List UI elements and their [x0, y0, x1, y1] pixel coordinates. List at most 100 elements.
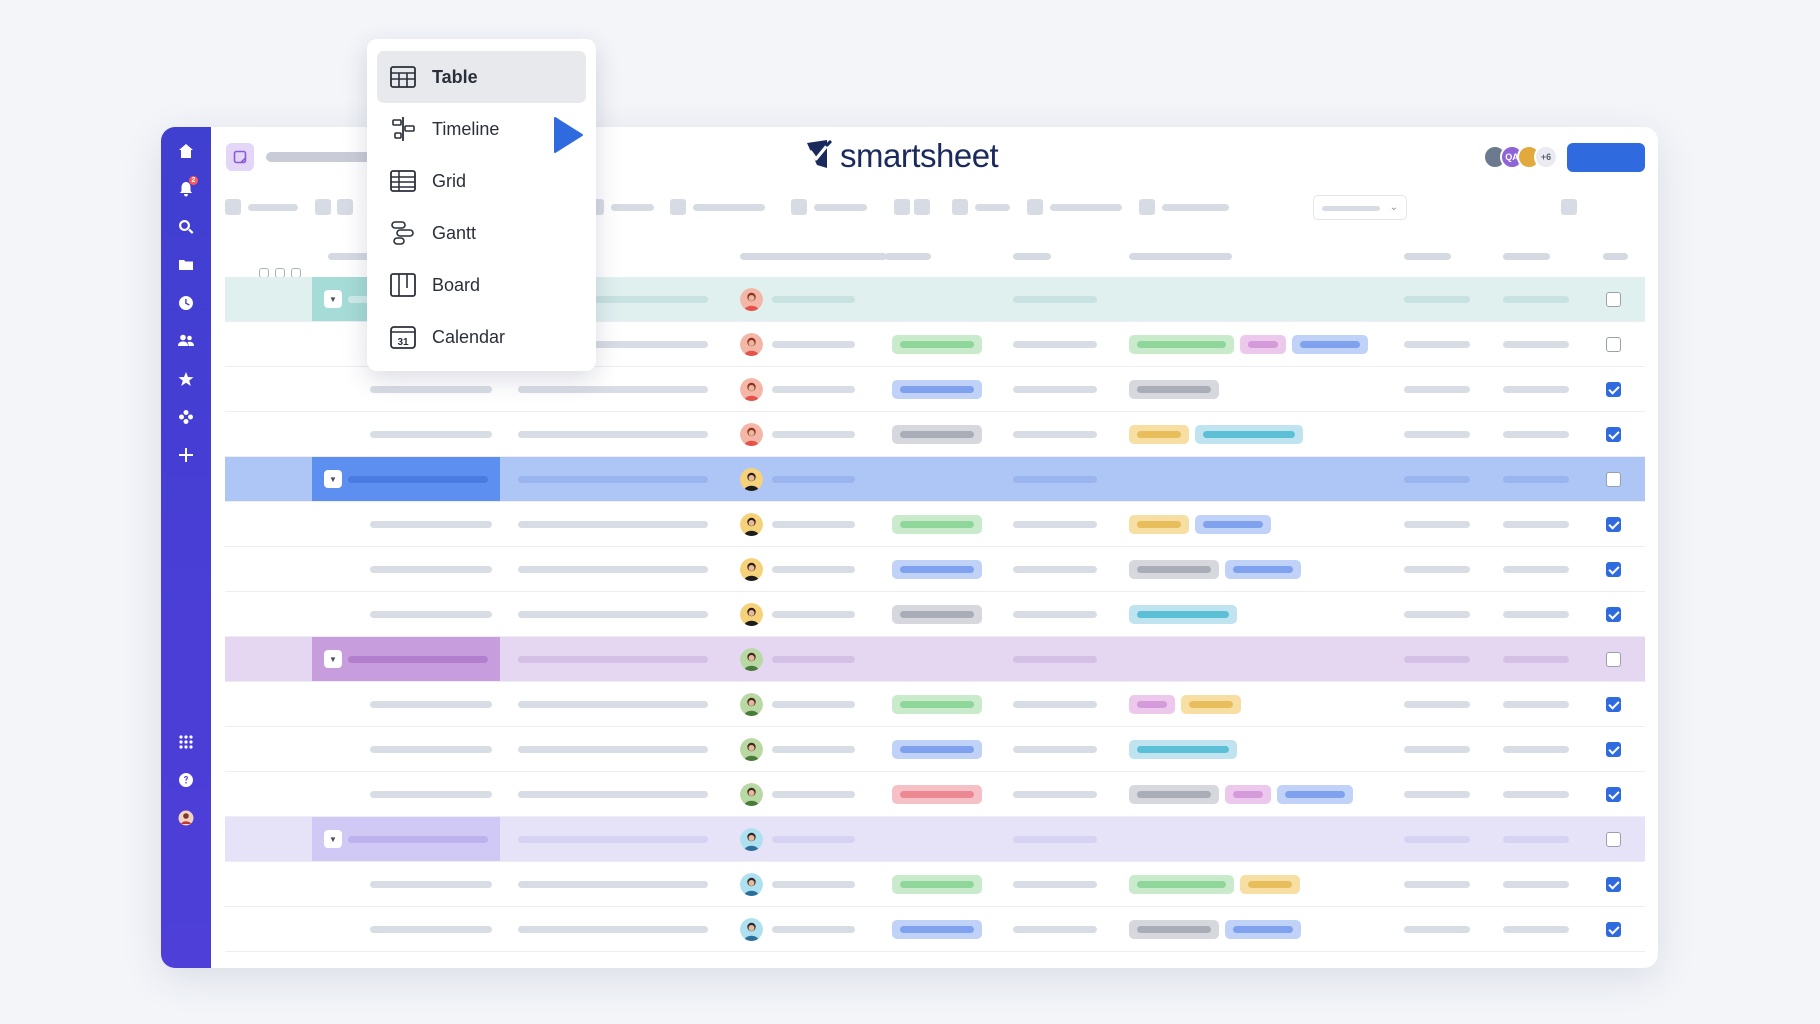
cell-placeholder[interactable] — [1013, 566, 1097, 573]
cell-placeholder[interactable] — [518, 521, 708, 528]
toolbar-button[interactable] — [914, 199, 930, 215]
cell-placeholder[interactable] — [772, 611, 855, 618]
row-checkbox[interactable] — [1606, 877, 1621, 892]
cell-placeholder[interactable] — [1013, 926, 1097, 933]
home-icon[interactable] — [176, 141, 196, 161]
cell-placeholder[interactable] — [1503, 926, 1569, 933]
tag-pill[interactable] — [1129, 740, 1237, 759]
status-pill[interactable] — [892, 785, 982, 804]
assignee-avatar[interactable] — [740, 513, 763, 536]
cell-placeholder[interactable] — [1013, 746, 1097, 753]
cell-placeholder[interactable] — [1013, 836, 1097, 843]
search-icon[interactable] — [176, 217, 196, 237]
assignee-avatar[interactable] — [740, 648, 763, 671]
table-row[interactable] — [225, 727, 1645, 772]
tag-pill[interactable] — [1129, 920, 1219, 939]
toolbar-button[interactable] — [952, 199, 968, 215]
cell-placeholder[interactable] — [1013, 431, 1097, 438]
tag-pill[interactable] — [1195, 425, 1303, 444]
toolbar-button[interactable] — [1561, 199, 1577, 215]
tag-pill[interactable] — [1129, 560, 1219, 579]
status-pill[interactable] — [892, 560, 982, 579]
table-row[interactable] — [225, 772, 1645, 817]
cell-placeholder[interactable] — [518, 431, 708, 438]
cell-placeholder[interactable] — [518, 836, 708, 843]
cell-placeholder[interactable] — [370, 386, 492, 393]
cell-placeholder[interactable] — [1404, 566, 1470, 573]
group-row[interactable]: ▼ — [225, 817, 1645, 862]
cell-placeholder[interactable] — [1503, 791, 1569, 798]
assignee-avatar[interactable] — [740, 603, 763, 626]
collapse-toggle-icon[interactable]: ▼ — [324, 470, 342, 488]
cell-placeholder[interactable] — [1503, 341, 1569, 348]
cell-placeholder[interactable] — [772, 926, 855, 933]
view-option-calendar[interactable]: 31 Calendar — [377, 311, 586, 363]
cell-placeholder[interactable] — [1503, 656, 1569, 663]
status-pill[interactable] — [892, 515, 982, 534]
collapse-toggle-icon[interactable]: ▼ — [324, 650, 342, 668]
cell-placeholder[interactable] — [1013, 656, 1097, 663]
tag-pill[interactable] — [1129, 335, 1234, 354]
tag-pill[interactable] — [1129, 425, 1189, 444]
row-checkbox[interactable] — [1606, 607, 1621, 622]
cell-placeholder[interactable] — [772, 296, 855, 303]
more-collaborators-badge[interactable]: +6 — [1534, 145, 1558, 169]
star-icon[interactable] — [176, 369, 196, 389]
cell-placeholder[interactable] — [1404, 926, 1470, 933]
row-checkbox[interactable] — [1606, 517, 1621, 532]
column-header[interactable] — [1603, 253, 1628, 260]
table-row[interactable] — [225, 592, 1645, 637]
toolbar-button[interactable] — [670, 199, 686, 215]
tag-pill[interactable] — [1240, 335, 1286, 354]
column-header[interactable] — [1129, 253, 1232, 260]
assignee-avatar[interactable] — [740, 918, 763, 941]
cell-placeholder[interactable] — [370, 431, 492, 438]
assignee-avatar[interactable] — [740, 288, 763, 311]
assignee-avatar[interactable] — [740, 693, 763, 716]
table-row[interactable] — [225, 862, 1645, 907]
table-row[interactable] — [225, 502, 1645, 547]
assignee-avatar[interactable] — [740, 378, 763, 401]
share-button[interactable] — [1567, 143, 1645, 172]
table-row[interactable] — [225, 547, 1645, 592]
table-row[interactable] — [225, 367, 1645, 412]
status-pill[interactable] — [892, 425, 982, 444]
cell-placeholder[interactable] — [1404, 476, 1470, 483]
cell-placeholder[interactable] — [518, 611, 708, 618]
cell-placeholder[interactable] — [1013, 611, 1097, 618]
cell-placeholder[interactable] — [772, 386, 855, 393]
solutions-icon[interactable] — [176, 407, 196, 427]
cell-placeholder[interactable] — [518, 566, 708, 573]
tag-pill[interactable] — [1129, 515, 1189, 534]
cell-placeholder[interactable] — [370, 746, 492, 753]
cell-placeholder[interactable] — [1503, 611, 1569, 618]
cell-placeholder[interactable] — [772, 746, 855, 753]
tag-pill[interactable] — [1129, 785, 1219, 804]
assignee-avatar[interactable] — [740, 873, 763, 896]
row-checkbox[interactable] — [1606, 337, 1621, 352]
cell-placeholder[interactable] — [370, 881, 492, 888]
assignee-avatar[interactable] — [740, 558, 763, 581]
cell-placeholder[interactable] — [1404, 341, 1470, 348]
tag-pill[interactable] — [1225, 920, 1301, 939]
assignee-avatar[interactable] — [740, 468, 763, 491]
status-pill[interactable] — [892, 605, 982, 624]
cell-placeholder[interactable] — [370, 701, 492, 708]
status-pill[interactable] — [892, 380, 982, 399]
cell-placeholder[interactable] — [1013, 881, 1097, 888]
cell-placeholder[interactable] — [772, 836, 855, 843]
cell-placeholder[interactable] — [1503, 386, 1569, 393]
tag-pill[interactable] — [1225, 560, 1301, 579]
toolbar-dropdown[interactable]: ⌄ — [1313, 195, 1407, 220]
tag-pill[interactable] — [1277, 785, 1353, 804]
toolbar-button[interactable] — [791, 199, 807, 215]
cell-placeholder[interactable] — [1503, 746, 1569, 753]
row-checkbox[interactable] — [1606, 427, 1621, 442]
cell-placeholder[interactable] — [518, 881, 708, 888]
row-checkbox[interactable] — [1606, 697, 1621, 712]
cell-placeholder[interactable] — [1503, 701, 1569, 708]
row-checkbox[interactable] — [1606, 292, 1621, 307]
row-checkbox[interactable] — [1606, 562, 1621, 577]
tag-pill[interactable] — [1129, 875, 1234, 894]
cell-placeholder[interactable] — [370, 566, 492, 573]
